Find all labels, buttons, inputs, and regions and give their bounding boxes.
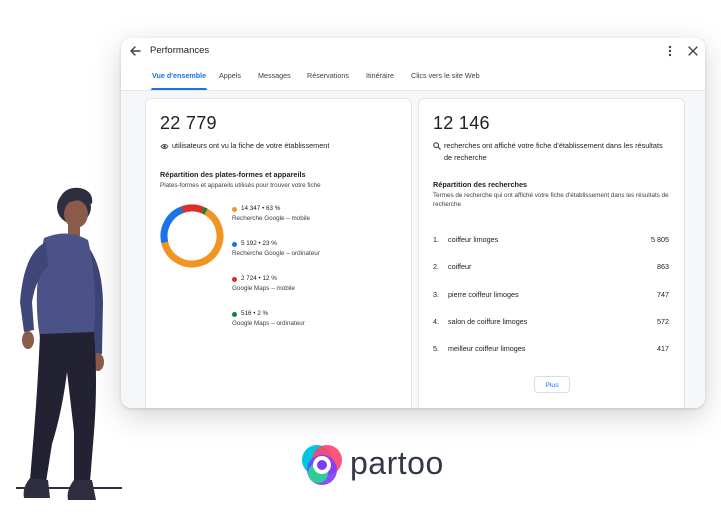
donut-slice-maps-desktop — [160, 204, 224, 268]
top-bar: Performances Vue d'ensemble Appels Messa… — [121, 38, 705, 91]
tab-reservations[interactable]: Réservations — [307, 70, 349, 90]
row-rank: 4. — [433, 317, 439, 326]
legend-dot — [232, 242, 237, 247]
tab-bar: Vue d'ensemble Appels Messages Réservati… — [121, 70, 705, 90]
back-arrow-icon[interactable] — [128, 44, 142, 58]
searches-breakdown-title: Répartition des recherches — [433, 180, 528, 189]
users-card: 22 779 utilisateurs ont vu la fiche de v… — [145, 98, 412, 408]
legend-label: Recherche Google – ordinateur — [232, 250, 320, 257]
row-term: meilleur coiffeur limoges — [448, 344, 526, 353]
partoo-logo-icon — [302, 445, 342, 485]
legend-label: Google Maps – mobile — [232, 285, 296, 292]
platforms-title: Répartition des plates-formes et apparei… — [160, 170, 306, 179]
row-count: 572 — [657, 317, 669, 326]
search-term-row: 2. coiffeur 863 — [433, 262, 669, 274]
search-term-row: 5. meilleur coiffeur limoges 417 — [433, 344, 669, 356]
row-term: pierre coiffeur limoges — [448, 290, 519, 299]
row-term: salon de coiffure limoges — [448, 317, 528, 326]
performance-window: Performances Vue d'ensemble Appels Messa… — [121, 38, 705, 408]
tab-calls[interactable]: Appels — [219, 70, 241, 90]
legend-dot — [232, 312, 237, 317]
legend-value: 516 • 2 % — [241, 310, 269, 317]
donut-slice-google-desktop — [160, 204, 224, 268]
donut-slice-google-mobile — [160, 204, 224, 268]
row-rank: 5. — [433, 344, 439, 353]
row-count: 5 805 — [651, 235, 669, 244]
users-count: 22 779 — [160, 113, 217, 133]
more-button[interactable]: Plus — [534, 376, 570, 393]
users-caption-line: utilisateurs ont vu la fiche de votre ét… — [160, 140, 329, 152]
row-count: 747 — [657, 290, 669, 299]
legend-value: 2 724 • 12 % — [241, 275, 277, 282]
searches-caption: recherches ont affiché votre fiche d'éta… — [444, 141, 663, 162]
search-term-row: 3. pierre coiffeur limoges 747 — [433, 290, 669, 302]
row-count: 417 — [657, 344, 669, 353]
row-rank: 1. — [433, 235, 439, 244]
row-count: 863 — [657, 262, 669, 271]
tab-messages[interactable]: Messages — [258, 70, 291, 90]
legend-dot — [232, 207, 237, 212]
platforms-subtitle: Plates-formes et appareils utilisés pour… — [160, 182, 321, 189]
row-rank: 2. — [433, 262, 439, 271]
search-term-row: 1. coiffeur limoges 5 805 — [433, 235, 669, 247]
tab-directions[interactable]: Itinéraire — [366, 70, 394, 90]
platforms-donut-chart — [160, 204, 224, 268]
donut-slice-maps-mobile — [160, 204, 224, 268]
legend-label: Google Maps – ordinateur — [232, 320, 305, 327]
close-icon[interactable] — [687, 45, 699, 57]
search-icon — [433, 142, 441, 150]
row-term: coiffeur — [448, 262, 472, 271]
search-term-row: 4. salon de coiffure limoges 572 — [433, 317, 669, 329]
window-title: Performances — [150, 45, 210, 56]
row-rank: 3. — [433, 290, 439, 299]
legend-value: 5 192 • 23 % — [241, 240, 277, 247]
searches-breakdown-subtitle: Termes de recherche qui ont affiché votr… — [433, 192, 669, 208]
searches-card: 12 146 recherches ont affiché votre fich… — [418, 98, 685, 408]
tab-website-clicks[interactable]: Clics vers le site Web — [411, 70, 480, 90]
row-term: coiffeur limoges — [448, 235, 499, 244]
person-illustration — [20, 187, 104, 500]
eye-icon — [160, 143, 169, 149]
users-caption: utilisateurs ont vu la fiche de votre ét… — [172, 141, 330, 150]
more-vert-icon[interactable] — [664, 44, 676, 58]
legend-value: 14 347 • 63 % — [241, 205, 281, 212]
legend-label: Recherche Google – mobile — [232, 215, 311, 222]
searches-caption-line: recherches ont affiché votre fiche d'éta… — [433, 140, 669, 164]
legend-dot — [232, 277, 237, 282]
ground-line — [16, 487, 122, 489]
partoo-logo-text: partoo — [350, 445, 444, 481]
searches-count: 12 146 — [433, 113, 490, 133]
tab-overview[interactable]: Vue d'ensemble — [150, 70, 208, 90]
